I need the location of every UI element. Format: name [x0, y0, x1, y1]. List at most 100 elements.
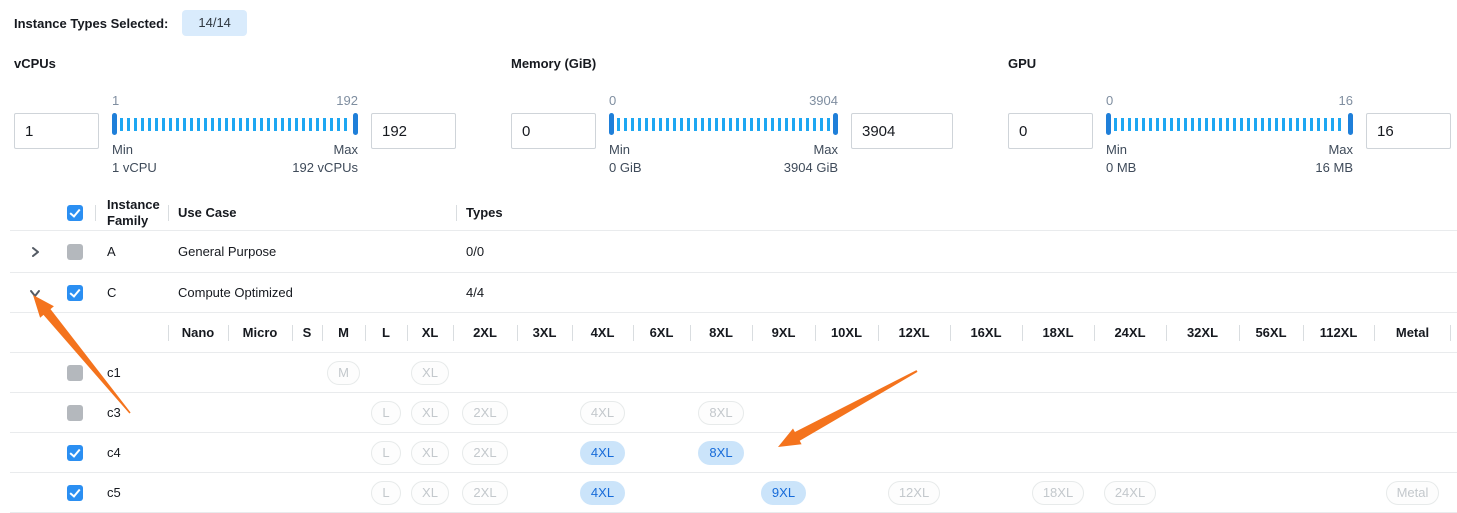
size-pill-c4-2xl[interactable]: 2XL — [462, 441, 507, 465]
memory-max-input[interactable] — [851, 113, 953, 149]
family-c-types: 4/4 — [456, 285, 1457, 300]
gpu-min-caption: Min0 MB — [1106, 141, 1136, 177]
column-header-use-case: Use Case — [168, 205, 456, 220]
type-row-c1: c1 M XL — [10, 353, 1457, 393]
size-column-header-56xl: 56XL — [1239, 313, 1303, 352]
size-pill-c5-metal[interactable]: Metal — [1386, 481, 1440, 505]
memory-min-input[interactable] — [511, 113, 596, 149]
gpu-scale-max: 16 — [1339, 93, 1353, 113]
vcpus-slider-ticks — [120, 118, 350, 131]
size-column-header-9xl: 9XL — [752, 313, 815, 352]
vcpus-scale-min: 1 — [112, 93, 119, 113]
type-checkbox-c4[interactable] — [67, 445, 83, 461]
size-column-header-16xl: 16XL — [950, 313, 1022, 352]
size-pill-c5-2xl[interactable]: 2XL — [462, 481, 507, 505]
size-column-header-24xl: 24XL — [1094, 313, 1166, 352]
memory-slider-track — [609, 113, 838, 135]
size-column-header-8xl: 8XL — [690, 313, 752, 352]
gpu-slider-handle-left[interactable] — [1106, 113, 1111, 135]
size-column-header-112xl: 112XL — [1303, 313, 1374, 352]
family-row-c: C Compute Optimized 4/4 — [10, 273, 1457, 313]
size-pill-c4-xl[interactable]: XL — [411, 441, 449, 465]
size-pill-c5-l[interactable]: L — [371, 481, 400, 505]
size-pill-c5-9xl[interactable]: 9XL — [761, 481, 806, 505]
vcpus-min-caption: Min1 vCPU — [112, 141, 157, 177]
size-pill-c1-xl[interactable]: XL — [411, 361, 449, 385]
size-pill-c3-8xl[interactable]: 8XL — [698, 401, 743, 425]
instance-family-table: Instance Family Use Case Types A General… — [10, 195, 1457, 513]
size-pill-c4-4xl[interactable]: 4XL — [580, 441, 625, 465]
size-column-header-32xl: 32XL — [1166, 313, 1239, 352]
size-pill-c5-18xl[interactable]: 18XL — [1032, 481, 1084, 505]
memory-slider-handle-left[interactable] — [609, 113, 614, 135]
size-column-header-12xl: 12XL — [878, 313, 950, 352]
size-pill-c3-l[interactable]: L — [371, 401, 400, 425]
size-column-header-nano: Nano — [168, 313, 228, 352]
gpu-scale-min: 0 — [1106, 93, 1113, 113]
selected-label: Instance Types Selected: — [14, 16, 168, 31]
vcpus-max-input[interactable] — [371, 113, 456, 149]
selected-summary: Instance Types Selected: 14/14 — [10, 10, 1457, 36]
type-checkbox-c5[interactable] — [67, 485, 83, 501]
vcpus-scale-max: 192 — [336, 93, 358, 113]
type-family-label-c1: c1 — [95, 353, 168, 392]
instance-type-selector: Instance Types Selected: 14/14 vCPUs 1 1… — [0, 0, 1457, 511]
column-header-instance-family: Instance Family — [95, 197, 168, 229]
family-a-checkbox[interactable] — [67, 244, 83, 260]
gpu-max-input[interactable] — [1366, 113, 1451, 149]
size-pill-c5-12xl[interactable]: 12XL — [888, 481, 940, 505]
type-row-c5: c5LXL2XL4XL9XL12XL18XL24XLMetal — [10, 473, 1457, 513]
filter-vcpus-label: vCPUs — [14, 56, 456, 71]
family-c-checkbox[interactable] — [67, 285, 83, 301]
filter-memory: Memory (GiB) 0 3904 Min0 GiB — [511, 56, 953, 177]
size-column-header-xl: XL — [407, 313, 453, 352]
select-all-checkbox[interactable] — [67, 205, 83, 221]
filter-gpu: GPU 0 16 Min0 MB — [1008, 56, 1451, 177]
vcpus-slider-handle-left[interactable] — [112, 113, 117, 135]
table-header-row: Instance Family Use Case Types — [10, 195, 1457, 231]
size-column-header-m: M — [322, 313, 365, 352]
type-row-c4: c4LXL2XL4XL8XL — [10, 433, 1457, 473]
vcpus-slider-handle-right[interactable] — [353, 113, 358, 135]
type-checkbox-c3[interactable] — [67, 405, 83, 421]
type-family-label-c3: c3 — [95, 393, 168, 432]
memory-scale-min: 0 — [609, 93, 616, 113]
filter-sliders: vCPUs 1 192 Min1 vCPU — [10, 56, 1457, 177]
memory-max-caption: Max3904 GiB — [784, 141, 838, 177]
size-pill-c4-8xl[interactable]: 8XL — [698, 441, 743, 465]
gpu-slider-handle-right[interactable] — [1348, 113, 1353, 135]
size-column-header-18xl: 18XL — [1022, 313, 1094, 352]
filter-vcpus: vCPUs 1 192 Min1 vCPU — [14, 56, 456, 177]
expand-chevron-right-icon[interactable] — [28, 245, 42, 259]
size-pill-c3-4xl[interactable]: 4XL — [580, 401, 625, 425]
size-pill-c5-4xl[interactable]: 4XL — [580, 481, 625, 505]
memory-slider-ticks — [617, 118, 830, 131]
memory-slider-handle-right[interactable] — [833, 113, 838, 135]
size-header-row: NanoMicroSMLXL2XL3XL4XL6XL8XL9XL10XL12XL… — [10, 313, 1457, 353]
size-pill-c1-m[interactable]: M — [327, 361, 360, 385]
family-row-a: A General Purpose 0/0 — [10, 231, 1457, 273]
size-column-header-metal: Metal — [1374, 313, 1451, 352]
filter-gpu-label: GPU — [1008, 56, 1451, 71]
type-checkbox-c1[interactable] — [67, 365, 83, 381]
gpu-slider: 0 16 Min0 MB Max16 MB — [1106, 93, 1353, 177]
filter-memory-label: Memory (GiB) — [511, 56, 953, 71]
size-pill-c4-l[interactable]: L — [371, 441, 400, 465]
vcpus-min-input[interactable] — [14, 113, 99, 149]
size-pill-c3-2xl[interactable]: 2XL — [462, 401, 507, 425]
size-pill-c5-24xl[interactable]: 24XL — [1104, 481, 1156, 505]
column-header-types: Types — [456, 205, 1457, 220]
collapse-chevron-down-icon[interactable] — [28, 286, 42, 300]
type-rows: c1MXLc3LXL2XL4XL8XLc4LXL2XL4XL8XLc5LXL2X… — [10, 353, 1457, 513]
size-column-header-6xl: 6XL — [633, 313, 690, 352]
size-pill-c5-xl[interactable]: XL — [411, 481, 449, 505]
family-c-label: C — [95, 273, 168, 312]
size-pill-c3-xl[interactable]: XL — [411, 401, 449, 425]
gpu-min-input[interactable] — [1008, 113, 1093, 149]
vcpus-slider: 1 192 Min1 vCPU Max192 vCPUs — [112, 93, 358, 177]
size-column-header-s: S — [292, 313, 322, 352]
gpu-max-caption: Max16 MB — [1315, 141, 1353, 177]
vcpus-slider-track — [112, 113, 358, 135]
gpu-slider-track — [1106, 113, 1353, 135]
size-column-header-4xl: 4XL — [572, 313, 633, 352]
